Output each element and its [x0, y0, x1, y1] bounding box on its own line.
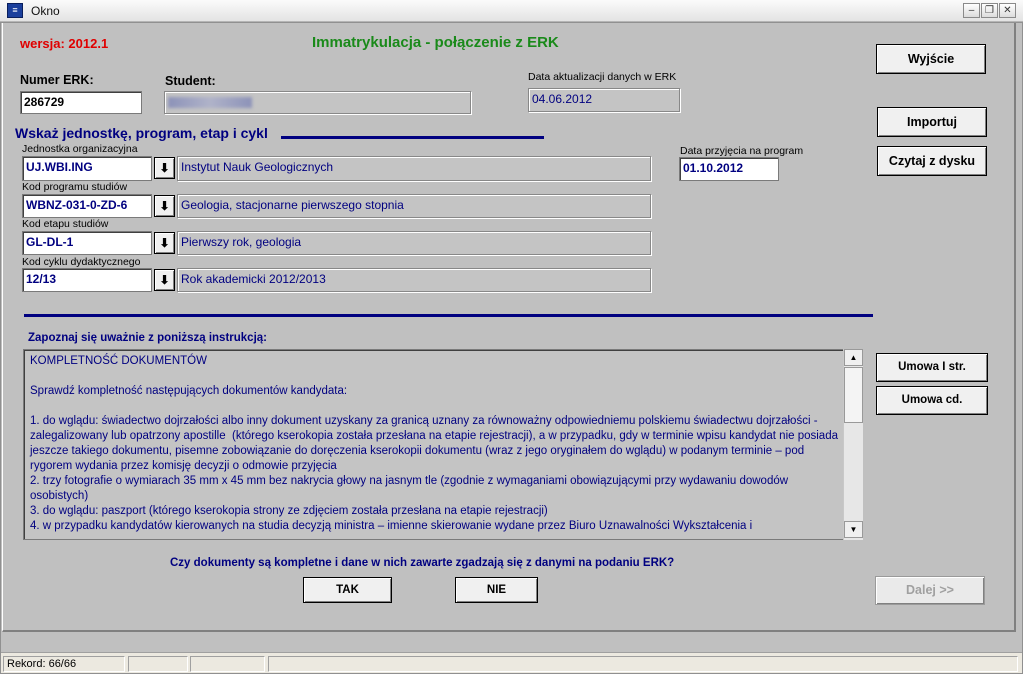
erk-update-date-label: Data aktualizacji danych w ERK	[528, 71, 677, 83]
program-description: Geologia, stacjonarne pierwszego stopnia	[177, 194, 651, 218]
record-counter: Rekord: 66/66	[3, 656, 125, 672]
scroll-up-icon[interactable]: ▲	[844, 349, 863, 366]
student-name-field	[164, 91, 471, 114]
window-title: Okno	[31, 4, 60, 18]
cycle-code-download-button[interactable]: ⬇	[154, 269, 175, 291]
cycle-description: Rok akademicki 2012/2013	[177, 268, 651, 292]
program-code-download-button[interactable]: ⬇	[154, 195, 175, 217]
app-icon[interactable]: ≡	[7, 3, 23, 18]
erk-number-field[interactable]: 286729	[20, 91, 142, 114]
contract-first-page-button[interactable]: Umowa I str.	[876, 353, 988, 382]
import-button[interactable]: Importuj	[877, 107, 987, 137]
next-button[interactable]: Dalej >>	[875, 576, 985, 605]
stage-code-download-button[interactable]: ⬇	[154, 232, 175, 254]
blurred-student-name	[168, 97, 252, 108]
download-arrow-icon: ⬇	[159, 161, 170, 175]
erk-number-label: Numer ERK:	[20, 73, 94, 87]
program-code-field[interactable]: WBNZ-031-0-ZD-6	[22, 194, 152, 218]
download-arrow-icon: ⬇	[159, 273, 170, 287]
stage-description: Pierwszy rok, geologia	[177, 231, 651, 255]
instructions-label: Zapoznaj się uważnie z poniższą instrukc…	[28, 332, 267, 344]
section-divider	[24, 314, 873, 317]
cycle-code-field[interactable]: 12/13	[22, 268, 152, 292]
read-disk-button[interactable]: Czytaj z dysku	[877, 146, 987, 176]
status-panel-3	[190, 656, 265, 672]
download-arrow-icon: ⬇	[159, 199, 170, 213]
cycle-code-label: Kod cyklu dydaktycznego	[22, 256, 141, 268]
close-button[interactable]: ✕	[999, 3, 1016, 18]
scrollbar-thumb[interactable]	[844, 367, 863, 423]
status-panel-2	[128, 656, 188, 672]
contract-continued-button[interactable]: Umowa cd.	[876, 386, 988, 415]
exit-button[interactable]: Wyjście	[876, 44, 986, 74]
instructions-scrollbar[interactable]: ▲ ▼	[843, 349, 863, 540]
yes-button[interactable]: TAK	[303, 577, 392, 603]
org-unit-label: Jednostka organizacyjna	[22, 143, 138, 155]
form-title: Immatrykulacja - połączenie z ERK	[312, 34, 559, 51]
version-label: wersja: 2012.1	[20, 36, 109, 51]
section-heading-underline	[281, 136, 544, 139]
status-bar: Rekord: 66/66	[0, 652, 1023, 674]
no-button[interactable]: NIE	[455, 577, 538, 603]
student-label: Student:	[165, 74, 216, 88]
status-panel-4	[268, 656, 1018, 672]
form-client-area	[2, 22, 1016, 632]
org-unit-download-button[interactable]: ⬇	[154, 157, 175, 179]
restore-button[interactable]: ❐	[981, 3, 998, 18]
minimize-button[interactable]: –	[963, 3, 980, 18]
program-code-label: Kod programu studiów	[22, 181, 128, 193]
download-arrow-icon: ⬇	[159, 236, 170, 250]
instructions-textarea[interactable]: KOMPLETNOŚĆ DOKUMENTÓW Sprawdź kompletno…	[23, 349, 863, 540]
stage-code-field[interactable]: GL-DL-1	[22, 231, 152, 255]
title-bar: ≡ Okno – ❐ ✕	[0, 0, 1023, 22]
documents-question: Czy dokumenty są kompletne i dane w nich…	[170, 557, 675, 569]
admission-date-label: Data przyjęcia na program	[680, 145, 804, 157]
erk-update-date-field: 04.06.2012	[528, 88, 680, 112]
admission-date-field[interactable]: 01.10.2012	[679, 157, 779, 181]
org-unit-description: Instytut Nauk Geologicznych	[177, 156, 651, 181]
stage-code-label: Kod etapu studiów	[22, 218, 109, 230]
instructions-text: KOMPLETNOŚĆ DOKUMENTÓW Sprawdź kompletno…	[30, 355, 838, 532]
section-heading: Wskaż jednostkę, program, etap i cykl	[15, 125, 268, 141]
scroll-down-icon[interactable]: ▼	[844, 521, 863, 538]
org-unit-code-field[interactable]: UJ.WBI.ING	[22, 156, 152, 181]
